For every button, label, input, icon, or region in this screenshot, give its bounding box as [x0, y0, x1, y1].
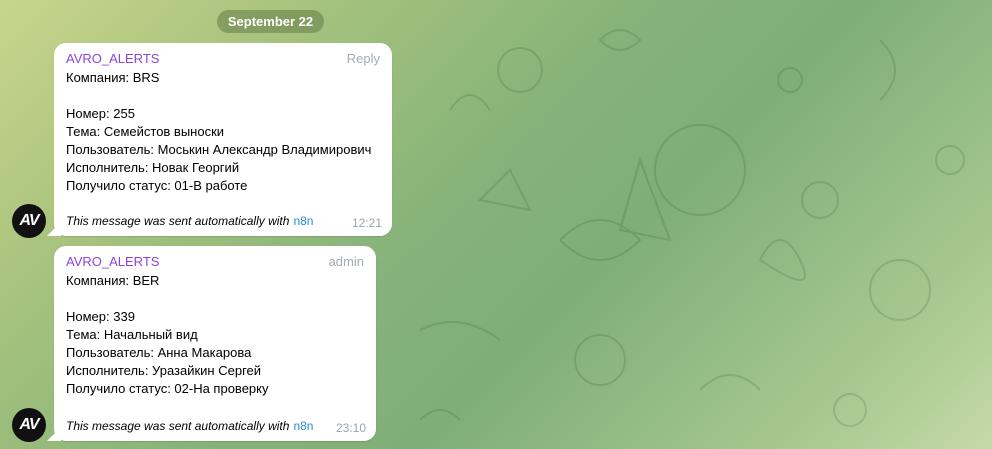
date-separator: September 22	[217, 10, 324, 33]
admin-label: admin	[328, 254, 364, 269]
avatar[interactable]: AV	[12, 204, 46, 238]
message-line: Пользователь: Анна Макарова	[66, 345, 252, 360]
message-line: Номер: 255	[66, 106, 135, 121]
message-line: Тема: Семейстов выноски	[66, 124, 225, 139]
message-line: Исполнитель: Уразайкин Сергей	[66, 363, 262, 378]
message-line	[66, 290, 268, 308]
message-bubble[interactable]: AVRO_ALERTS admin Компания: BER Номер: 3…	[54, 246, 376, 441]
message-line: Компания: BER	[66, 273, 160, 288]
message-line: Получило статус: 01-В работе	[66, 178, 248, 193]
message-line: Получило статус: 02-На проверку	[66, 381, 269, 396]
message-line: Номер: 339	[66, 309, 135, 324]
message-line: Исполнитель: Новак Георгий	[66, 160, 240, 175]
message-text: Компания: BER Номер: 339 Тема: Начальный…	[66, 272, 268, 398]
sender-name[interactable]: AVRO_ALERTS	[66, 51, 159, 66]
message-line: Компания: BRS	[66, 70, 160, 85]
sender-name[interactable]: AVRO_ALERTS	[66, 254, 159, 269]
message-line: Пользователь: Моськин Александр Владимир…	[66, 142, 372, 157]
message-footer: This message was sent automatically with…	[66, 214, 313, 228]
message-line	[66, 87, 371, 105]
avatar[interactable]: AV	[12, 408, 46, 442]
message-time: 23:10	[335, 421, 366, 435]
message-time: 12:21	[351, 216, 382, 230]
message-bubble[interactable]: AVRO_ALERTS Reply Компания: BRS Номер: 2…	[54, 43, 392, 236]
message-text: Компания: BRS Номер: 255 Тема: Семейстов…	[66, 69, 371, 195]
n8n-link[interactable]: n8n	[293, 419, 313, 433]
message-footer: This message was sent automatically with…	[66, 419, 313, 433]
footer-text: This message was sent automatically with	[66, 214, 290, 228]
footer-text: This message was sent automatically with	[66, 419, 290, 433]
n8n-link[interactable]: n8n	[293, 214, 313, 228]
message-line: Тема: Начальный вид	[66, 327, 198, 342]
reply-label[interactable]: Reply	[347, 51, 380, 66]
